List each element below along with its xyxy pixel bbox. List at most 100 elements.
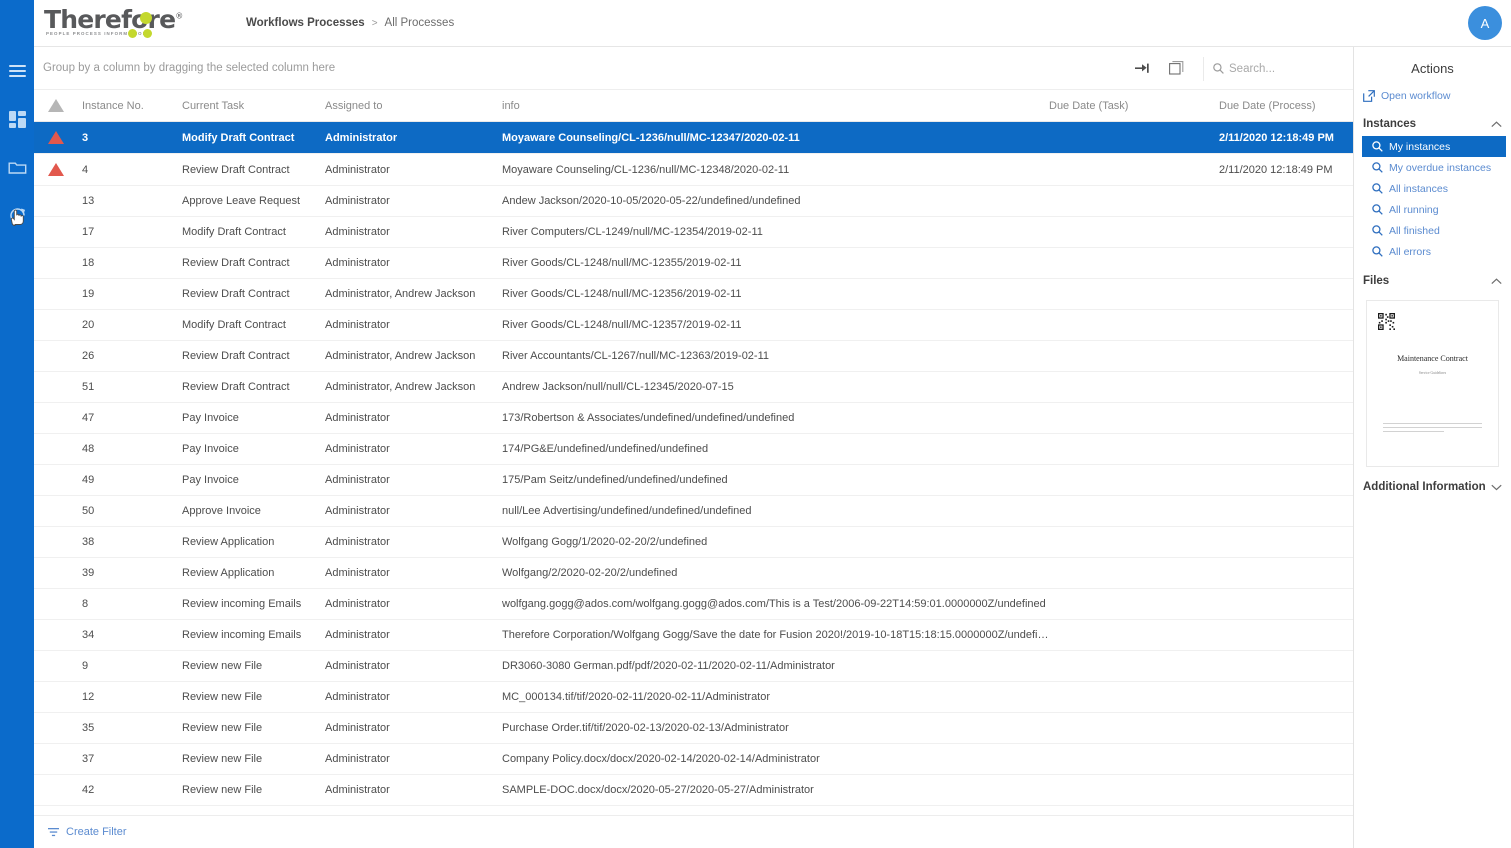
instances-table-scroll[interactable]: Instance No. Current Task Assigned to in… (34, 90, 1353, 815)
cell-instance-no: 37 (82, 743, 182, 775)
instances-section-header[interactable]: Instances (1354, 105, 1511, 136)
table-row[interactable]: 4 Review Draft Contract Administrator Moyaw… (34, 153, 1353, 186)
column-header-current-task[interactable]: Current Task (182, 90, 325, 122)
breadcrumb: Workflows Processes > All Processes (246, 17, 454, 29)
cell-info: 175/Pam Seitz/undefined/undefined/undefi… (502, 464, 1049, 496)
table-row[interactable]: 34 Review incoming Emails Administrator The… (34, 619, 1353, 651)
table-row[interactable]: 43Review new FileAdministratorBrightridg… (34, 805, 1353, 815)
dashboard-grid-icon[interactable] (4, 106, 30, 132)
cell-current-task: Modify Draft Contract (182, 216, 325, 248)
cell-instance-no: 18 (82, 247, 182, 279)
qr-code-icon (1378, 313, 1395, 330)
table-row[interactable]: 18 Review Draft Contract Administrator Rive… (34, 247, 1353, 279)
cell-current-task: Pay Invoice (182, 464, 325, 496)
create-filter-button[interactable]: Create Filter (66, 826, 127, 838)
table-row[interactable]: 9 Review new File Administrator DR3060-3080… (34, 650, 1353, 682)
table-row[interactable]: 48 Pay Invoice Administrator 174/PG&E/undef… (34, 433, 1353, 465)
table-row[interactable]: 13 Approve Leave Request Administrator Ande… (34, 185, 1353, 217)
breadcrumb-current[interactable]: All Processes (385, 17, 455, 29)
search-input[interactable] (1229, 62, 1349, 75)
search-icon (1372, 162, 1383, 173)
thumbnail-title: Maintenance Contract (1397, 354, 1468, 363)
table-row[interactable]: 47 Pay Invoice Administrator 173/Robertson … (34, 402, 1353, 434)
column-header-flag[interactable] (34, 90, 82, 122)
cell-instance-no: 43 (82, 805, 182, 815)
instances-item-all-finished[interactable]: All finished (1354, 220, 1511, 241)
table-row[interactable]: 8 Review incoming Emails Administrator wolf… (34, 588, 1353, 620)
cell-info: River Accountants/CL-1267/null/MC-12363/… (502, 340, 1049, 372)
cell-assigned-to: Administrator (325, 433, 502, 465)
filter-icon[interactable] (48, 827, 59, 837)
cell-due-date-process (1219, 247, 1353, 279)
new-window-icon[interactable] (1167, 60, 1185, 78)
table-row[interactable]: 50 Approve Invoice Administrator null/Lee A… (34, 495, 1353, 527)
table-row[interactable]: 26 Review Draft Contract Administrator, An… (34, 340, 1353, 372)
column-header-due-date-process[interactable]: Due Date (Process) (1219, 90, 1353, 122)
table-row[interactable]: 38 Review Application Administrator Wolfgan… (34, 526, 1353, 558)
table-row[interactable]: 51 Review Draft Contract Administrator, An… (34, 371, 1353, 403)
column-header-due-date-task[interactable]: Due Date (Task) (1049, 90, 1219, 122)
cell-due-date-task (1049, 121, 1219, 154)
cell-assigned-to: Administrator (325, 588, 502, 620)
search-icon (1372, 225, 1383, 236)
cell-due-date-task (1049, 216, 1219, 248)
table-row[interactable]: 12 Review new File Administrator MC_000134.… (34, 681, 1353, 713)
column-header-assigned-to[interactable]: Assigned to (325, 90, 502, 122)
cell-due-date-process: 2/11/2020 12:18:49 PM (1219, 153, 1353, 186)
additional-information-header[interactable]: Additional Information (1354, 467, 1511, 493)
cell-instance-no: 39 (82, 557, 182, 589)
table-row[interactable]: 3 Modify Draft Contract Administrator Moyaw… (34, 121, 1353, 154)
cell-instance-no: 35 (82, 712, 182, 744)
logo-wordmark: Therefore® (44, 4, 183, 34)
instances-item-my-instances[interactable]: My instances (1362, 136, 1506, 157)
workflow-icon[interactable] (4, 202, 30, 228)
open-workflow-button[interactable]: Open workflow (1354, 87, 1511, 105)
file-thumbnail[interactable]: Maintenance Contract Service Guidelines (1366, 300, 1499, 467)
files-section-header[interactable]: Files (1354, 262, 1511, 293)
pin-icon[interactable] (1133, 60, 1151, 78)
table-row[interactable]: 39 Review Application Administrator Wolfgan… (34, 557, 1353, 589)
instances-item-all-running[interactable]: All running (1354, 199, 1511, 220)
instances-item-all-errors[interactable]: All errors (1354, 241, 1511, 262)
cell-assigned-to: Administrator (325, 185, 502, 217)
breadcrumb-parent[interactable]: Workflows Processes (246, 17, 365, 29)
chevron-up-icon[interactable] (1491, 120, 1502, 128)
search-box[interactable] (1203, 56, 1349, 81)
cell-due-date-task (1049, 247, 1219, 279)
table-row[interactable]: 42 Review new File Administrator SAMPLE-DOC… (34, 774, 1353, 806)
app-logo[interactable]: Therefore® PEOPLE PROCESS INFORMATION (44, 0, 204, 47)
cell-info: DR3060-3080 German.pdf/pdf/2020-02-11/20… (502, 650, 1049, 682)
open-workflow-label: Open workflow (1381, 90, 1451, 102)
cell-info: Brightridge UNI_v01.docx/docx/2020-05-27… (502, 805, 1049, 815)
folder-icon[interactable] (4, 154, 30, 180)
cell-due-date-process (1219, 402, 1353, 434)
row-flag-cell (34, 743, 82, 775)
instances-item-my-overdue-instances[interactable]: My overdue instances (1354, 157, 1511, 178)
cell-due-date-process (1219, 681, 1353, 713)
table-row[interactable]: 17 Modify Draft Contract Administrator Rive… (34, 216, 1353, 248)
chevron-down-icon[interactable] (1491, 484, 1502, 491)
instances-item-all-instances[interactable]: All instances (1354, 178, 1511, 199)
cell-assigned-to: Administrator (325, 557, 502, 589)
cell-due-date-task (1049, 774, 1219, 806)
hamburger-menu-icon[interactable] (4, 58, 30, 84)
table-row[interactable]: 49 Pay Invoice Administrator 175/Pam Seitz/… (34, 464, 1353, 496)
row-flag-cell (34, 805, 82, 815)
group-bar[interactable]: Group by a column by dragging the select… (34, 47, 1353, 90)
cell-assigned-to: Administrator (325, 153, 502, 186)
table-row[interactable]: 37 Review new File Administrator Company Po… (34, 743, 1353, 775)
table-row[interactable]: 35 Review new File Administrator Purchase O… (34, 712, 1353, 744)
table-row[interactable]: 20 Modify Draft Contract Administrator Rive… (34, 309, 1353, 341)
cell-info: Therefore Corporation/Wolfgang Gogg/Save… (502, 619, 1049, 651)
chevron-up-icon[interactable] (1491, 277, 1502, 285)
table-row[interactable]: 19 Review Draft Contract Administrator, An… (34, 278, 1353, 310)
column-header-instance-no[interactable]: Instance No. (82, 90, 182, 122)
cell-current-task: Modify Draft Contract (182, 121, 325, 154)
cell-due-date-task (1049, 371, 1219, 403)
cell-info: Moyaware Counseling/CL-1236/null/MC-1234… (502, 153, 1049, 186)
row-flag-cell (34, 247, 82, 279)
avatar[interactable]: A (1468, 6, 1502, 40)
column-header-info[interactable]: info (502, 90, 1049, 122)
row-flag-cell (34, 278, 82, 310)
row-alert-triangle-icon (34, 153, 82, 186)
